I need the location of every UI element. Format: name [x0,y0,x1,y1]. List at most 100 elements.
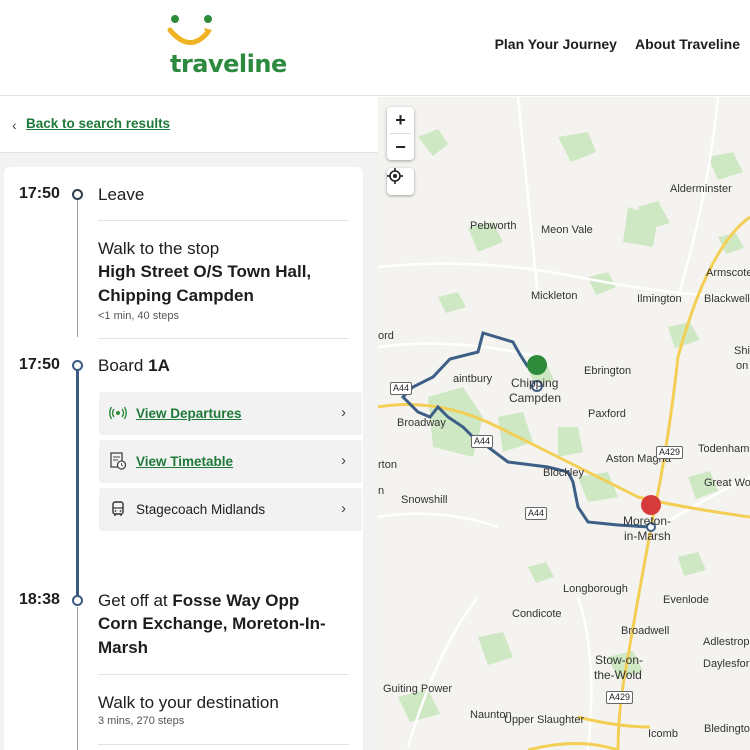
place-label: ord [378,330,394,342]
place-label: in-Marsh [624,529,671,543]
place-label: Pebworth [470,220,517,232]
timetable-icon [109,452,127,470]
divider [98,744,349,745]
operator-label: Stagecoach Midlands [136,502,266,517]
operator-button[interactable]: Stagecoach Midlands › [99,488,362,531]
zoom-out-button[interactable]: − [387,134,414,160]
crosshair-icon [387,168,403,184]
place-label: Meon Vale [541,224,593,236]
place-label: n [378,485,385,497]
walk-connector-line [77,197,78,337]
board-label: Board 1A [98,356,170,376]
leave-time: 17:50 [19,185,60,202]
get-off-node [72,595,83,606]
woodland-areas [398,129,744,722]
place-label: Ilmington [637,293,682,305]
nav-plan-journey[interactable]: Plan Your Journey [495,36,617,52]
place-label: Moreton- [623,514,672,528]
place-label: Guiting Power [383,683,453,695]
chevron-right-icon: › [341,500,346,517]
divider [98,220,349,221]
place-label: aintbury [453,373,493,385]
get-off-line1: Get off at Fosse Way Opp [98,591,299,611]
place-label: Longborough [563,583,628,595]
chevron-right-icon: › [341,404,346,421]
place-label: Great Wo [704,477,750,489]
destination-stop-line3: Marsh [98,638,149,657]
end-pin-icon [641,495,661,515]
view-departures-button[interactable]: View Departures › [99,392,362,435]
view-departures-label: View Departures [136,406,242,421]
get-off-time: 18:38 [19,591,60,608]
origin-stop-name: High Street O/S Town Hall, [98,262,312,281]
main-nav: Plan Your Journey About Traveline [495,36,740,52]
site-header: traveline Plan Your Journey About Travel… [0,0,750,96]
zoom-control: + − [387,107,414,160]
get-off-prefix: Get off at [98,591,168,610]
place-label: Condicote [512,608,562,620]
place-label: Ebrington [584,365,632,377]
journey-card: 17:50 Leave Walk to the stop High Street… [4,167,363,750]
service-number: 1A [148,356,170,375]
place-label: Adlestrop [703,636,750,648]
back-row: ‹ Back to search results [0,97,378,153]
road-badge: A44 [471,435,494,448]
road-badge: A44 [390,382,413,395]
route-map[interactable]: Alderminster Pebworth Meon Vale Armscote… [378,97,750,750]
origin-stop-town: Chipping Campden [98,286,254,305]
divider [98,674,349,675]
locate-me-button[interactable] [387,168,414,195]
place-label: Upper Slaughter [504,714,585,726]
walk-to-dest-detail: 3 mins, 270 steps [98,715,185,727]
place-label: Blockley [543,467,584,479]
place-label: Paxford [588,408,626,420]
destination-stop-line2: Corn Exchange, Moreton-In- [98,614,326,633]
bus-icon [109,500,127,518]
walk-connector-line [77,607,78,750]
view-timetable-button[interactable]: View Timetable › [99,440,362,483]
road-badge: A429 [606,691,634,704]
place-label: Broadwell [621,625,670,637]
chevron-right-icon: › [341,452,346,469]
logo-wordmark: traveline [170,50,287,78]
place-label: Evenlode [663,594,709,606]
place-label: Icomb [648,728,678,740]
place-label: Chipping [511,376,559,390]
place-label: Todenham [698,443,750,455]
start-pin-icon [527,355,547,375]
walk-to-stop-detail: <1 min, 40 steps [98,310,180,322]
smile-logo-icon [167,15,212,45]
place-label: rton [378,459,397,471]
place-label: Campden [509,391,562,405]
board-node [72,360,83,371]
broadcast-icon [109,404,127,422]
place-label: Stow-on- [595,653,644,667]
bus-route-line [76,366,79,600]
place-label: Shi [734,345,750,357]
leave-node [72,189,83,200]
board-time: 17:50 [19,356,60,373]
traveline-logo[interactable]: traveline [166,12,287,78]
place-label: Alderminster [670,183,732,195]
place-label: Broadway [397,417,446,429]
place-label: Bledington [704,723,750,735]
place-label: Daylesford [703,658,750,670]
walk-to-dest-title: Walk to your destination [98,693,279,712]
walk-to-stop-title: Walk to the stop [98,239,220,258]
place-label: Snowshill [401,494,448,506]
divider [98,338,349,339]
place-label: on [736,360,749,372]
destination-stop-name: Fosse Way Opp [172,591,300,610]
nav-about-traveline[interactable]: About Traveline [635,36,740,52]
leave-label: Leave [98,185,145,204]
place-label: the-Wold [594,668,642,682]
road-badge: A429 [656,446,684,459]
road-badge: A44 [525,507,548,520]
view-timetable-label: View Timetable [136,454,234,469]
place-label: Blackwell [704,293,750,305]
board-prefix: Board [98,356,144,375]
chevron-left-icon: ‹ [12,117,17,133]
zoom-in-button[interactable]: + [387,107,414,133]
back-to-results-link[interactable]: Back to search results [26,116,170,131]
place-label: Armscote [706,267,750,279]
